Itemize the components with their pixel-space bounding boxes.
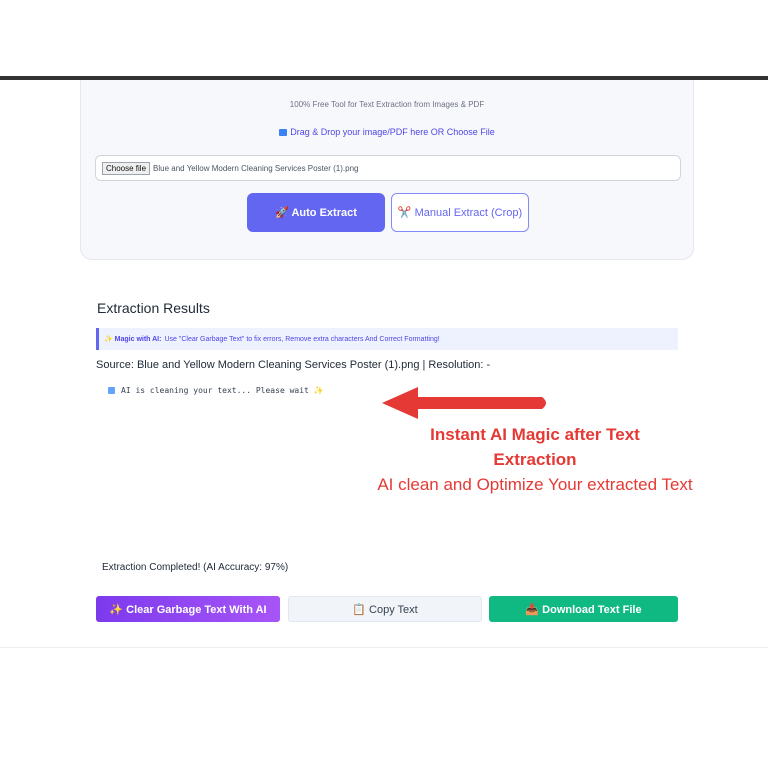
clear-garbage-text-button[interactable]: ✨ Clear Garbage Text With AI <box>96 596 280 622</box>
robot-icon <box>108 387 115 394</box>
left-arrow-icon <box>382 387 546 419</box>
copy-text-button[interactable]: 📋 Copy Text <box>288 596 482 622</box>
completion-status: Extraction Completed! (AI Accuracy: 97%) <box>102 562 289 573</box>
choose-file-button[interactable]: Choose file <box>102 161 151 175</box>
results-title: Extraction Results <box>97 300 210 316</box>
file-input[interactable]: Choose file Blue and Yellow Modern Clean… <box>95 155 681 181</box>
upload-card: 100% Free Tool for Text Extraction from … <box>80 80 694 260</box>
folder-icon <box>279 129 288 136</box>
tagline: 100% Free Tool for Text Extraction from … <box>289 100 485 109</box>
magic-text: Use "Clear Garbage Text" to fix errors, … <box>164 335 440 343</box>
drop-zone-label: Drag & Drop your image/PDF here OR Choos… <box>290 127 495 137</box>
magic-label: ✨ Magic with AI: <box>104 336 162 343</box>
manual-extract-button[interactable]: ✂️ Manual Extract (Crop) <box>391 193 529 232</box>
bottom-divider <box>0 647 768 648</box>
source-line: Source: Blue and Yellow Modern Cleaning … <box>96 359 491 371</box>
promo-title: Instant AI Magic after Text Extraction <box>430 425 640 469</box>
selected-file-name: Blue and Yellow Modern Cleaning Services… <box>153 163 359 173</box>
auto-extract-button[interactable]: 🚀 Auto Extract <box>247 193 385 232</box>
download-text-file-button[interactable]: 📥 Download Text File <box>489 596 678 622</box>
drop-zone[interactable]: Drag & Drop your image/PDF here OR Choos… <box>81 127 693 137</box>
cleaning-status: AI is cleaning your text... Please wait … <box>108 386 324 395</box>
promo-subtitle: AI clean and Optimize Your extracted Tex… <box>377 475 693 494</box>
cleaning-status-text: AI is cleaning your text... Please wait … <box>121 386 324 395</box>
magic-banner: ✨ Magic with AI: Use "Clear Garbage Text… <box>96 328 678 350</box>
